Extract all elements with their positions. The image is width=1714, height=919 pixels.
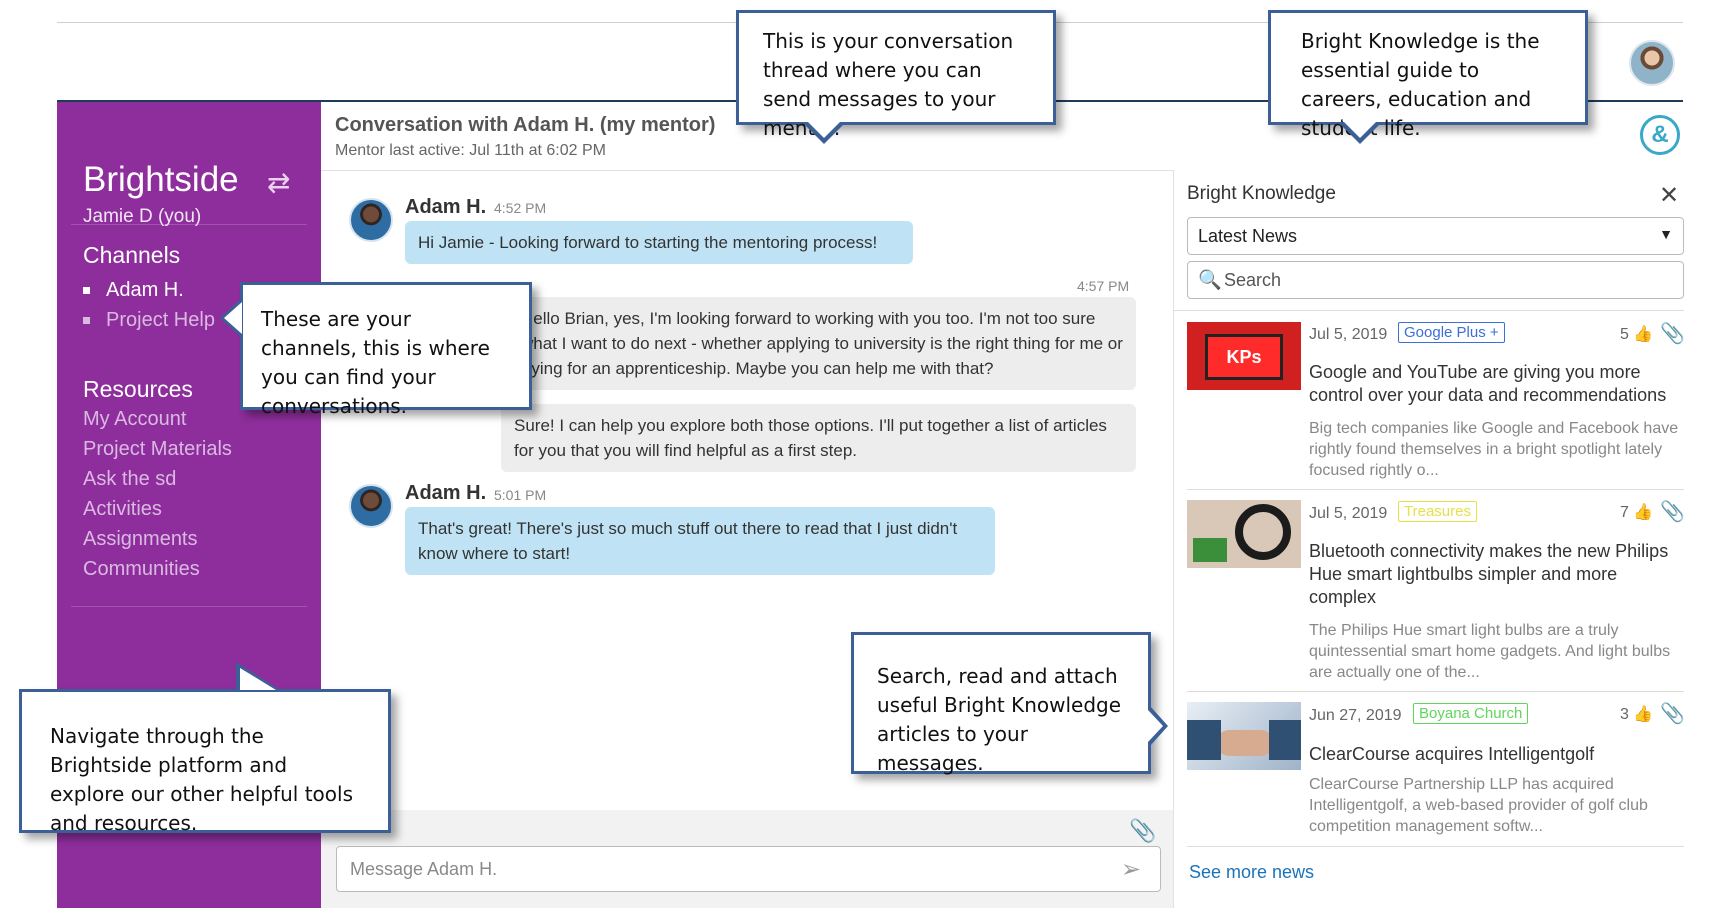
news-excerpt: The Philips Hue smart light bulbs are a … [1309,622,1671,681]
news-excerpt: Big tech companies like Google and Faceb… [1309,420,1679,479]
news-title[interactable]: Google and YouTube are giving you more c… [1309,361,1679,407]
sidebar-item-assignments[interactable]: Assignments [83,528,198,551]
close-icon[interactable]: ✕ [1659,181,1679,210]
message-author: Adam H. [405,482,487,504]
mentor-avatar [349,198,393,242]
brand-name: Brightside [83,160,239,199]
sidebar-item-project-help[interactable]: Project Help [83,309,215,332]
callout-articles: Search, read and attach useful Bright Kn… [851,632,1151,775]
sidebar-item-my-account[interactable]: My Account [83,408,186,431]
message-time: 5:01 PM [494,487,547,503]
news-title[interactable]: ClearCourse acquires Intelligentgolf [1309,743,1679,766]
filter-selected-value: Latest News [1198,226,1298,246]
callout-conversation-thread: This is your conversation thread where y… [736,10,1056,140]
message-bubble: That's great! There's just so much stuff… [405,507,995,575]
likes-value: 3 [1620,706,1629,723]
like-count[interactable]: 5 👍 [1620,324,1653,344]
mentor-last-active: Mentor last active: Jul 11th at 6:02 PM [335,142,606,159]
thumbs-up-icon: 👍 [1633,706,1654,723]
caret-down-icon: ▼ [1659,226,1673,242]
news-separator [1187,846,1684,847]
like-count[interactable]: 3 👍 [1620,704,1653,724]
knowledge-search-input[interactable] [1224,264,1674,296]
message-bubble: Hello Brian, yes, I'm looking forward to… [508,297,1136,390]
panel-divider [1173,170,1174,908]
swap-arrows-icon[interactable]: ⇄ [267,166,290,199]
message-time: 4:52 PM [494,200,547,216]
message-time: 4:57 PM [1077,278,1130,294]
news-date: Jul 5, 2019 [1309,505,1388,522]
callout-navigate: Navigate through the Brightside platform… [19,689,391,835]
see-more-news-link[interactable]: See more news [1189,862,1314,883]
like-count[interactable]: 7 👍 [1620,502,1653,522]
likes-value: 5 [1620,326,1629,343]
sidebar-item-activities[interactable]: Activities [83,498,162,521]
news-tag[interactable]: Google Plus + [1398,322,1505,343]
news-date: Jun 27, 2019 [1309,707,1402,724]
sidebar-item-ask-the-sd[interactable]: Ask the sd [83,468,176,491]
knowledge-panel-title: Bright Knowledge [1187,183,1336,204]
sidebar-item-adam-h[interactable]: Adam H. [83,279,184,302]
mentor-avatar [349,484,393,528]
search-icon: 🔍 [1198,270,1222,291]
sidebar-divider [71,606,307,607]
news-thumbnail: KPs [1187,322,1301,390]
news-thumbnail [1187,500,1301,568]
news-tag[interactable]: Boyana Church [1413,703,1529,724]
news-date: Jul 5, 2019 [1309,326,1388,343]
callout-tail [240,668,276,690]
callout-tail [224,302,242,334]
sidebar-item-communities[interactable]: Communities [83,558,200,581]
bullet-icon [83,287,90,294]
callout-channels: These are your channels, this is where y… [240,282,532,418]
paperclip-icon[interactable]: 📎 [1660,499,1685,524]
news-separator [1187,489,1684,490]
sidebar-item-project-materials[interactable]: Project Materials [83,438,232,461]
resources-heading: Resources [83,376,193,402]
news-separator [1187,691,1684,692]
conversation-title: Conversation with Adam H. (my mentor) [335,114,716,136]
paperclip-icon[interactable]: 📎 [1660,321,1685,346]
paperclip-icon[interactable]: 📎 [1660,701,1685,726]
send-icon[interactable]: ➢ [1121,855,1141,884]
message-bubble: Hi Jamie - Looking forward to starting t… [405,221,913,264]
message-input[interactable] [336,846,1161,892]
news-filter-select[interactable]: Latest News ▼ [1187,217,1684,255]
message-author: Adam H. [405,196,487,218]
channel-label: Adam H. [106,279,184,301]
sidebar-divider [71,224,307,225]
callout-tail [1148,710,1163,742]
news-excerpt: ClearCourse Partnership LLP has acquired… [1309,776,1648,835]
news-tag[interactable]: Treasures [1398,501,1477,522]
conversation-divider [321,170,1173,171]
panel-separator [1173,310,1684,311]
thumbs-up-icon: 👍 [1633,504,1654,521]
thumbs-up-icon: 👍 [1633,326,1654,343]
knowledge-search[interactable]: 🔍 [1187,261,1684,299]
message-bubble: Sure! I can help you explore both those … [501,404,1136,472]
likes-value: 7 [1620,504,1629,521]
news-title[interactable]: Bluetooth connectivity makes the new Phi… [1309,540,1679,609]
callout-bright-knowledge: Bright Knowledge is the essential guide … [1268,10,1588,140]
callout-tail [806,120,842,138]
channel-label: Project Help [106,309,215,331]
callout-tail [1342,120,1378,138]
channels-heading: Channels [83,242,181,268]
bright-knowledge-logo-icon[interactable]: & [1640,115,1680,155]
user-avatar[interactable] [1629,40,1675,86]
bullet-icon [83,317,90,324]
paperclip-icon[interactable]: 📎 [1129,818,1156,844]
news-thumbnail [1187,702,1301,770]
